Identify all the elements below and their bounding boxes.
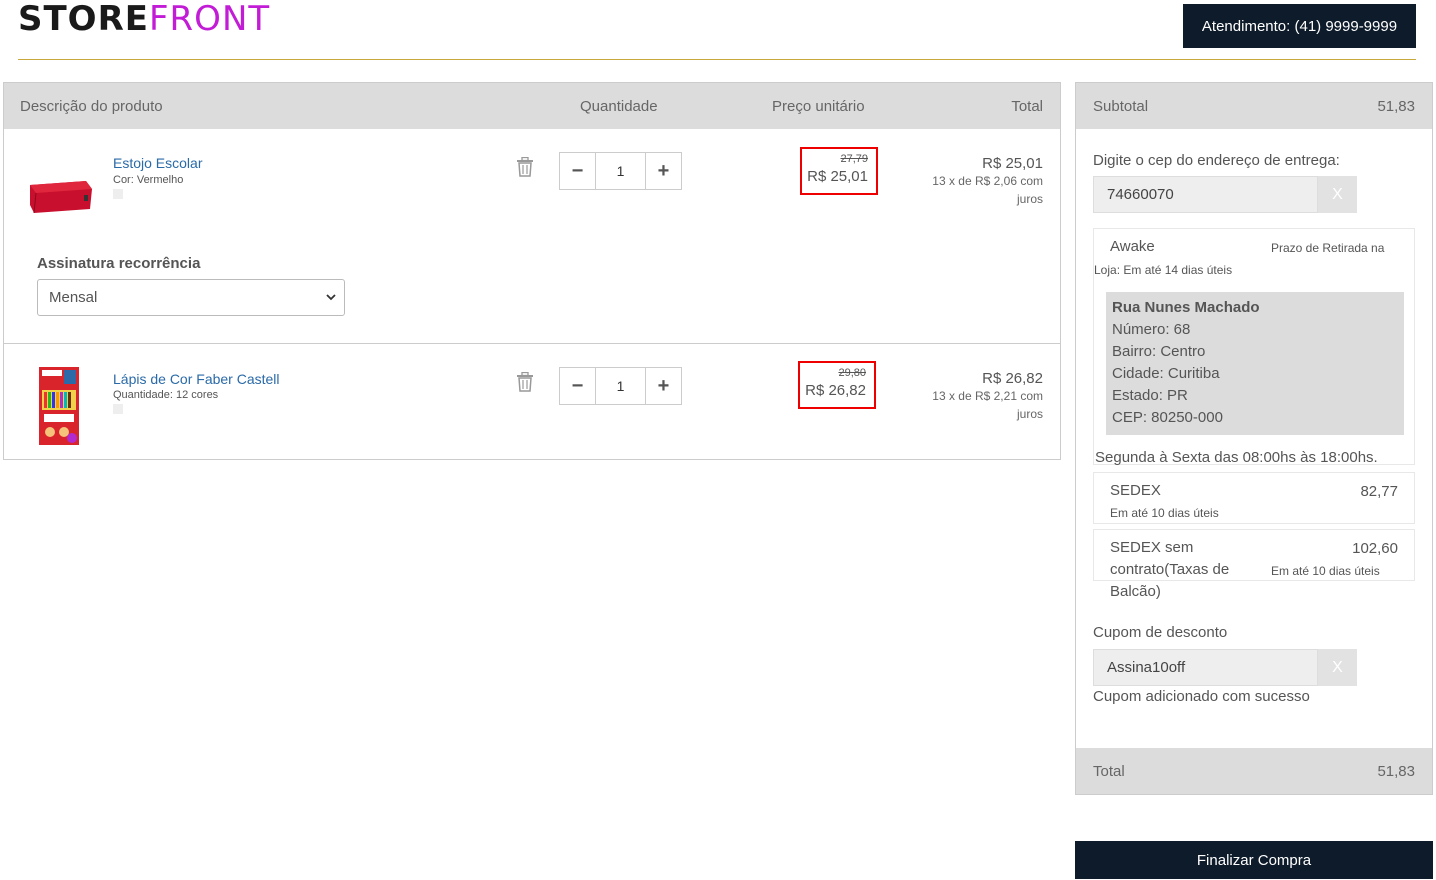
- product-placeholder-box: [113, 189, 123, 199]
- coupon-input[interactable]: Assina10off: [1093, 649, 1318, 686]
- old-price: 27,79: [840, 153, 868, 165]
- increase-quantity-button[interactable]: +: [646, 368, 681, 404]
- product-name-link[interactable]: Estojo Escolar: [113, 155, 202, 171]
- cart-table: Descrição do produto Quantidade Preço un…: [3, 82, 1061, 460]
- current-price: R$ 25,01: [807, 168, 868, 185]
- product-placeholder-box: [113, 404, 123, 414]
- shipping-price: 102,60: [1352, 540, 1398, 557]
- store-name: Awake: [1110, 238, 1155, 255]
- trash-icon[interactable]: [516, 157, 534, 177]
- installments-text: 13 x de R$ 2,06 com juros: [932, 174, 1043, 206]
- address-zip: CEP: 80250-000: [1112, 409, 1223, 426]
- chevron-down-icon: [326, 294, 336, 301]
- decrease-quantity-button[interactable]: −: [560, 368, 595, 404]
- shipping-name-line3: Balcão): [1110, 583, 1161, 600]
- shipping-name-line1: SEDEX sem: [1110, 539, 1194, 556]
- address-state: Estado: PR: [1112, 387, 1188, 404]
- cep-label: Digite o cep do endereço de entrega:: [1093, 152, 1340, 169]
- shipping-name: SEDEX: [1110, 482, 1161, 499]
- item-total: R$ 26,82 13 x de R$ 2,21 com juros: [913, 370, 1043, 423]
- quantity-value[interactable]: 1: [595, 368, 646, 404]
- shipping-deadline: Em até 10 dias úteis: [1110, 506, 1219, 520]
- quantity-stepper: − 1 +: [559, 367, 682, 405]
- subtotal-bar: Subtotal 51,83: [1076, 83, 1432, 129]
- checkout-button[interactable]: Finalizar Compra: [1075, 841, 1433, 879]
- cart-row: Lápis de Cor Faber Castell Quantidade: 1…: [4, 345, 1060, 460]
- subscription-label: Assinatura recorrência: [37, 255, 201, 272]
- quantity-value[interactable]: 1: [595, 153, 646, 189]
- order-summary: Subtotal 51,83 Digite o cep do endereço …: [1075, 82, 1433, 795]
- current-price: R$ 26,82: [805, 382, 866, 399]
- shipping-price: 82,77: [1360, 483, 1398, 500]
- colored-pencils-image: [39, 367, 79, 445]
- item-total-value: R$ 26,82: [982, 370, 1043, 387]
- clear-cep-button[interactable]: X: [1318, 176, 1357, 213]
- unit-price: 27,79 R$ 25,01: [800, 147, 878, 195]
- total-value: 51,83: [1377, 763, 1415, 780]
- column-product: Descrição do produto: [20, 98, 163, 115]
- pickup-store-option[interactable]: Awake Prazo de Retirada na Loja: Em até …: [1093, 228, 1415, 466]
- pencil-case-image: [30, 181, 92, 214]
- column-quantity: Quantidade: [580, 98, 658, 115]
- old-price: 29,80: [838, 367, 866, 379]
- unit-price: 29,80 R$ 26,82: [798, 361, 876, 409]
- clear-coupon-button[interactable]: X: [1318, 649, 1357, 686]
- address-number: Número: 68: [1112, 321, 1191, 338]
- support-phone-button[interactable]: Atendimento: (41) 9999-9999: [1183, 4, 1416, 48]
- store-address: Rua Nunes Machado Número: 68 Bairro: Cen…: [1106, 292, 1404, 435]
- storefront-logo[interactable]: STOREFRONT: [18, 2, 270, 36]
- cart-row: Estojo Escolar Cor: Vermelho − 1 + 27,79…: [4, 129, 1060, 344]
- address-city: Cidade: Curitiba: [1112, 365, 1220, 382]
- pickup-deadline-prefix: Prazo de Retirada na: [1271, 241, 1385, 255]
- pickup-deadline: Loja: Em até 14 dias úteis: [1094, 263, 1233, 277]
- quantity-stepper: − 1 +: [559, 152, 682, 190]
- coupon-label: Cupom de desconto: [1093, 624, 1228, 641]
- trash-icon[interactable]: [516, 372, 534, 392]
- total-label: Total: [1093, 763, 1125, 780]
- decrease-quantity-button[interactable]: −: [560, 153, 595, 189]
- product-name-link[interactable]: Lápis de Cor Faber Castell: [113, 371, 280, 387]
- increase-quantity-button[interactable]: +: [646, 153, 681, 189]
- shipping-deadline: Em até 10 dias úteis: [1271, 564, 1380, 578]
- shipping-option-sedex-sem-contrato[interactable]: SEDEX sem contrato(Taxas de Balcão) 102,…: [1093, 529, 1415, 600]
- subscription-selected-value: Mensal: [49, 289, 98, 306]
- address-district: Bairro: Centro: [1112, 343, 1206, 360]
- product-attribute: Cor: Vermelho: [113, 174, 184, 186]
- header-divider: [18, 59, 1416, 60]
- subscription-select[interactable]: Mensal: [37, 279, 345, 316]
- shipping-option-sedex[interactable]: SEDEX 82,77 Em até 10 dias úteis: [1093, 472, 1415, 524]
- store-hours: Segunda à Sexta das 08:00hs às 18:00hs.: [1095, 449, 1378, 466]
- subtotal-label: Subtotal: [1093, 98, 1149, 115]
- item-total-value: R$ 25,01: [982, 155, 1043, 172]
- installments-text: 13 x de R$ 2,21 com juros: [932, 389, 1043, 421]
- cart-table-header: Descrição do produto Quantidade Preço un…: [4, 83, 1060, 129]
- column-total: Total: [1011, 98, 1043, 115]
- column-unit-price: Preço unitário: [772, 98, 865, 115]
- address-street: Rua Nunes Machado: [1112, 299, 1260, 316]
- item-total: R$ 25,01 13 x de R$ 2,06 com juros: [913, 155, 1043, 208]
- total-bar: Total 51,83: [1076, 748, 1432, 794]
- coupon-success-message: Cupom adicionado com sucesso: [1093, 688, 1310, 705]
- product-attribute: Quantidade: 12 cores: [113, 389, 219, 401]
- cep-input[interactable]: 74660070: [1093, 176, 1318, 213]
- subtotal-value: 51,83: [1377, 98, 1415, 115]
- shipping-name-line2: contrato(Taxas de: [1110, 561, 1230, 578]
